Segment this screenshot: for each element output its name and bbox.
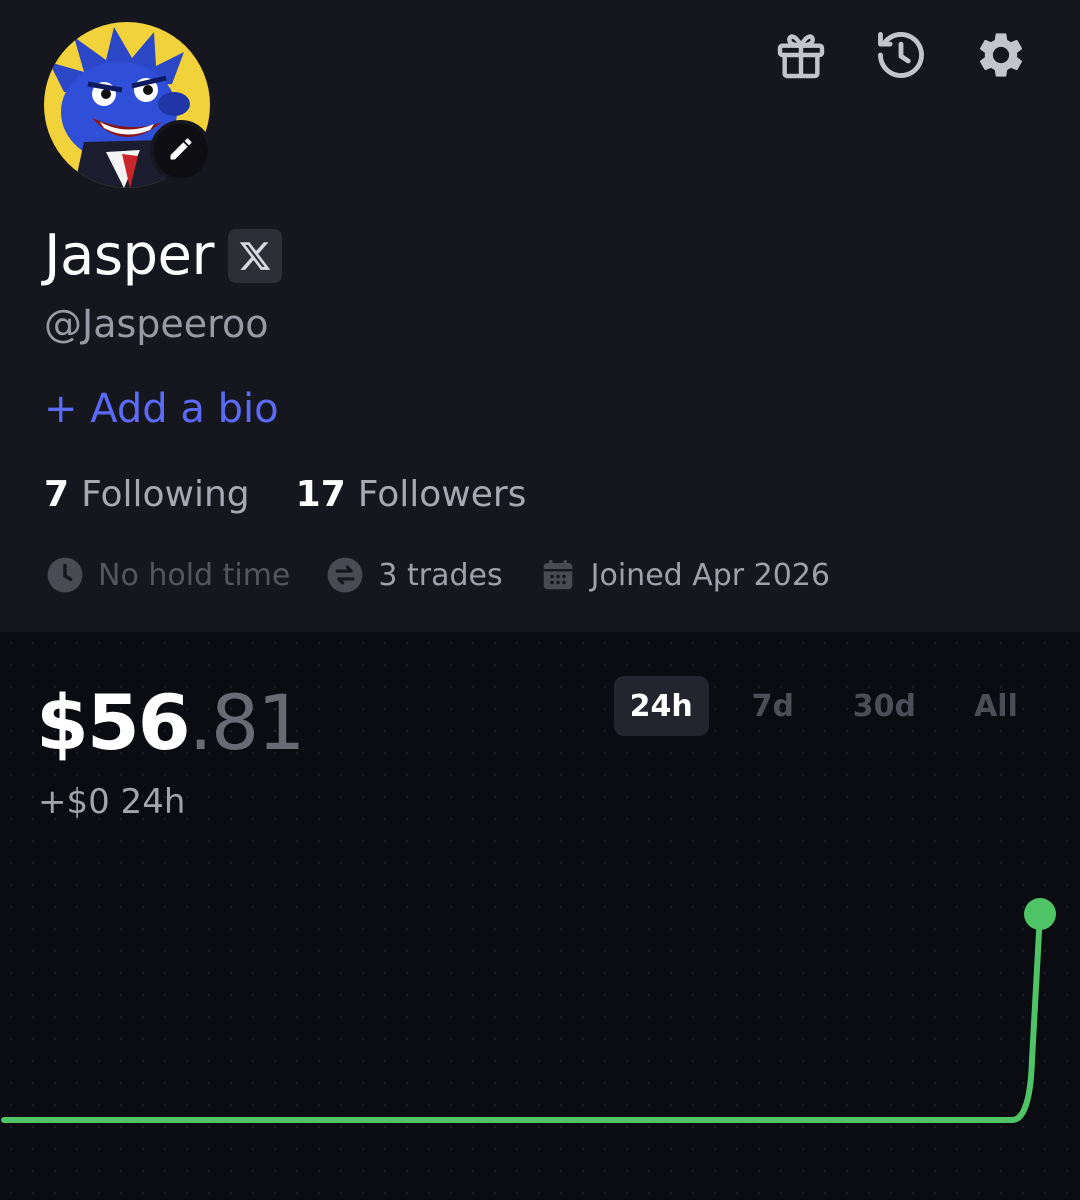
followers-label: Followers [357, 474, 527, 515]
follow-stats: 7 Following 17 Followers [44, 474, 572, 515]
chart-end-point [1024, 898, 1056, 930]
gift-icon[interactable] [772, 26, 830, 84]
following-count: 7 [44, 474, 70, 515]
followers-count: 17 [295, 474, 346, 515]
joined-meta: Joined Apr 2026 [539, 556, 830, 594]
time-range-selector: 24h 7d 30d All [594, 676, 1040, 736]
portfolio-balance: $56.81 [36, 678, 306, 767]
trades-text: 3 trades [378, 557, 503, 593]
portfolio-chart[interactable] [0, 872, 1080, 1172]
following-label: Following [81, 474, 250, 515]
profile-meta: No hold time 3 trades Joined Apr 2026 [46, 556, 866, 594]
name-row: Jasper [44, 223, 283, 288]
x-social-icon[interactable] [228, 229, 283, 283]
hold-time-text: No hold time [98, 557, 291, 593]
clock-icon [46, 556, 84, 594]
profile-header: Jasper @Jaspeeroo + Add a bio 7 Followin… [0, 0, 1080, 632]
balance-change: +$0 24h [38, 782, 186, 822]
range-tab[interactable]: All [952, 676, 1040, 736]
range-tab[interactable]: 24h [613, 676, 709, 736]
balance-cents: .81 [188, 678, 306, 767]
portfolio-panel: $56.81 +$0 24h 24h 7d 30d All [0, 632, 1080, 1200]
followers-link[interactable]: 17 Followers [296, 474, 527, 515]
history-icon[interactable] [872, 26, 930, 84]
pencil-icon [167, 135, 195, 167]
range-tab[interactable]: 30d [837, 676, 932, 736]
username-handle: @Jaspeeroo [44, 302, 269, 346]
header-actions [772, 26, 1030, 84]
trades-meta: 3 trades [326, 556, 503, 594]
edit-avatar-button[interactable] [150, 120, 212, 182]
chart-series-line [1, 911, 1043, 1123]
calendar-icon [539, 556, 577, 594]
balance-whole: $56 [36, 678, 191, 767]
swap-icon [326, 556, 364, 594]
settings-icon[interactable] [972, 26, 1030, 84]
add-bio-link[interactable]: + Add a bio [44, 386, 279, 432]
joined-text: Joined Apr 2026 [590, 557, 831, 593]
range-tab[interactable]: 7d [729, 676, 817, 736]
hold-time-meta: No hold time [46, 556, 290, 594]
following-link[interactable]: 7 Following [44, 474, 250, 515]
display-name: Jasper [44, 223, 215, 288]
